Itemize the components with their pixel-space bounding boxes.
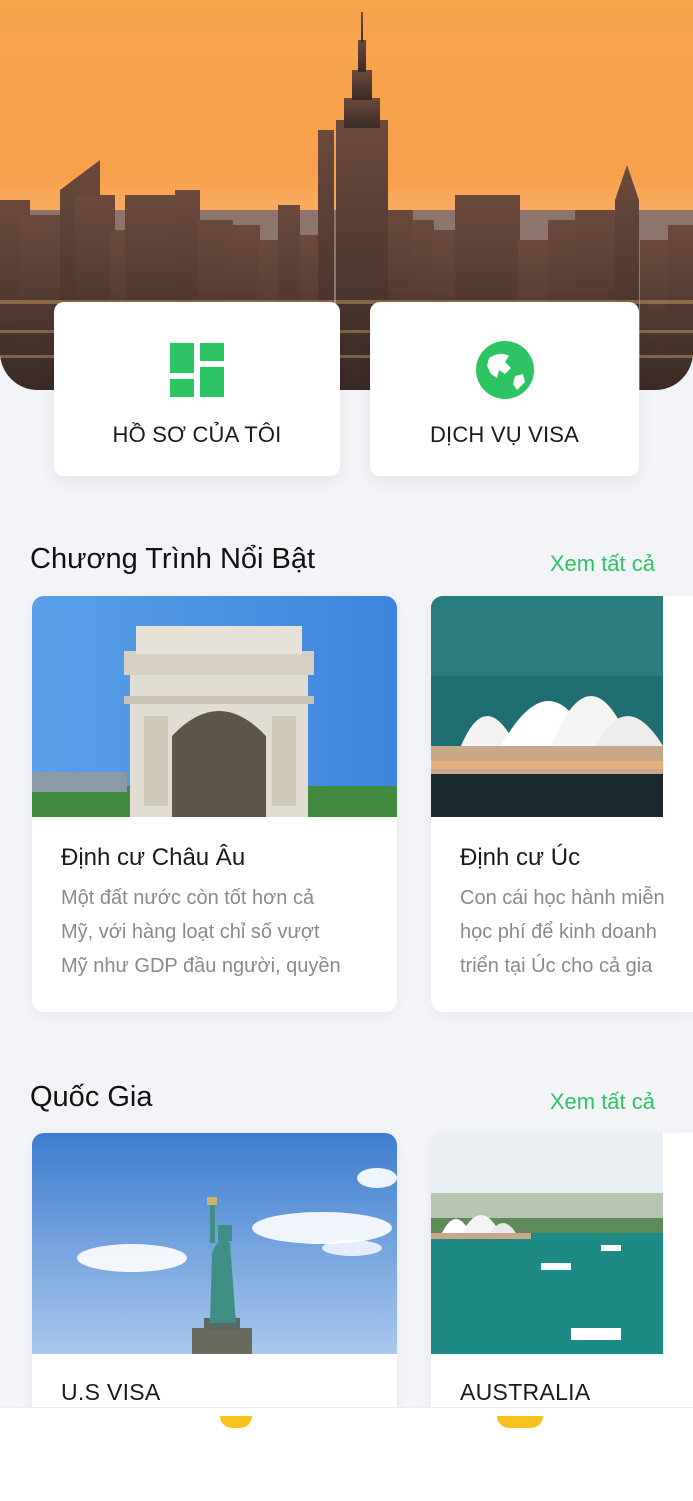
- sydney-harbour-photo: [431, 1133, 663, 1354]
- program-description-line: Mỹ, với hàng loạt chỉ số vượt: [61, 921, 320, 943]
- program-description-line: Một đất nước còn tốt hơn cả: [61, 887, 315, 909]
- program-card-australia[interactable]: Định cư Úc Con cái học hành miễn học phí…: [431, 596, 693, 1012]
- program-description-line: Mỹ như GDP đầu người, quyền: [61, 955, 341, 977]
- program-card-europe[interactable]: Định cư Châu Âu Một đất nước còn tốt hơn…: [32, 596, 397, 1012]
- countries-see-all-link[interactable]: Xem tất cả: [550, 1089, 655, 1115]
- program-title: Định cư Úc: [460, 844, 581, 871]
- tab-indicator: [497, 1416, 543, 1428]
- program-description-line: triển tại Úc cho cả gia: [460, 955, 653, 977]
- featured-see-all-link[interactable]: Xem tất cả: [550, 551, 655, 577]
- featured-section-title: Chương Trình Nổi Bật: [30, 543, 316, 575]
- bottom-tab-bar: [0, 1407, 693, 1501]
- program-description-line: Con cái học hành miễn: [460, 887, 665, 909]
- country-title: AUSTRALIA: [460, 1379, 591, 1405]
- countries-section-title: Quốc Gia: [30, 1081, 153, 1113]
- my-profile-label: HỒ SƠ CỦA TÔI: [112, 422, 282, 447]
- statue-of-liberty-photo: [32, 1133, 397, 1354]
- visa-service-card[interactable]: DỊCH VỤ VISA: [370, 302, 639, 476]
- my-profile-card[interactable]: HỒ SƠ CỦA TÔI: [54, 302, 340, 476]
- globe-icon: [475, 340, 535, 400]
- program-description: Con cái học hành miễn học phí để kinh do…: [460, 881, 670, 983]
- tab-indicator: [220, 1416, 252, 1428]
- program-description: Một đất nước còn tốt hơn cả Mỹ, với hàng…: [61, 881, 371, 983]
- program-description-line: học phí để kinh doanh: [460, 921, 657, 943]
- program-title: Định cư Châu Âu: [61, 844, 246, 871]
- sydney-opera-house-photo: [431, 596, 663, 817]
- dashboard-grid-icon: [170, 340, 224, 400]
- visa-service-label: DỊCH VỤ VISA: [429, 422, 580, 447]
- country-title: U.S VISA: [61, 1379, 161, 1405]
- arc-de-triomphe-photo: [32, 596, 397, 817]
